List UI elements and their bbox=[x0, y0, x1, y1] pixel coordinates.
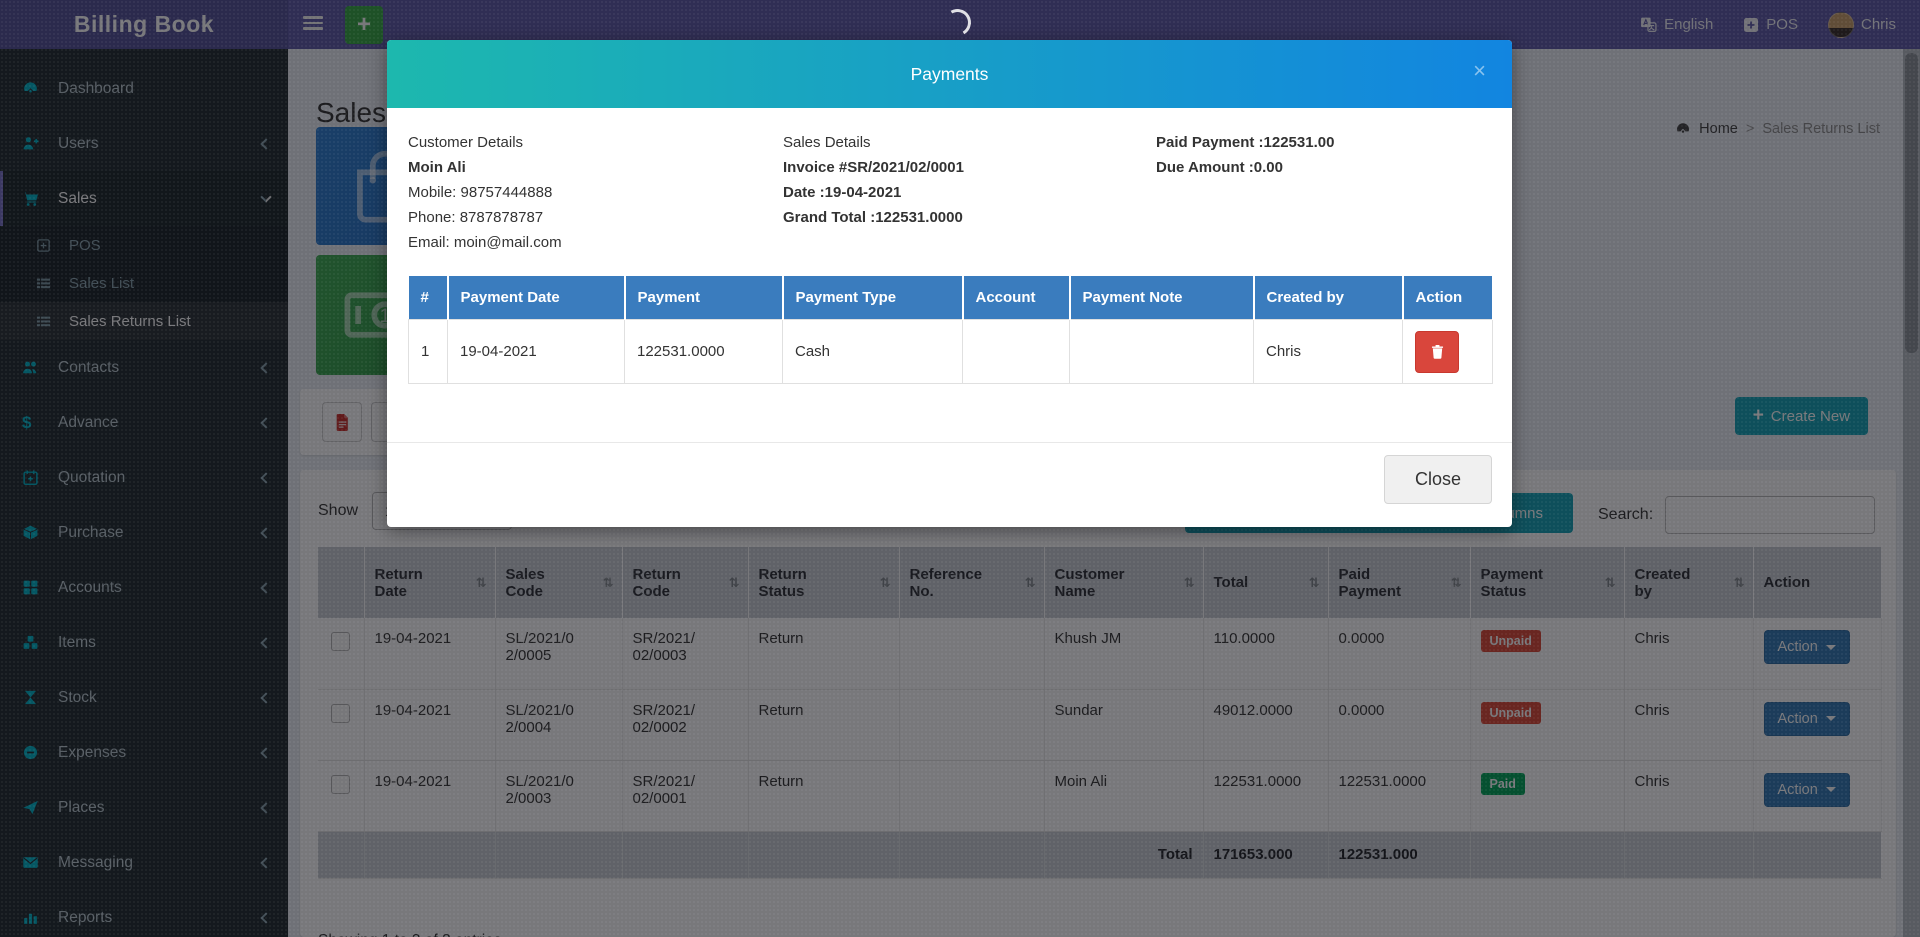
payments-modal: Payments × Customer Details Moin Ali Mob… bbox=[387, 40, 1512, 527]
modal-footer: Close bbox=[387, 442, 1512, 527]
modal-header: Payments × bbox=[387, 40, 1512, 108]
customer-phone: Phone: 8787878787 bbox=[408, 205, 562, 230]
sales-details-heading: Sales Details bbox=[783, 130, 964, 155]
col-action: Action bbox=[1403, 276, 1493, 320]
customer-name: Moin Ali bbox=[408, 155, 562, 180]
col-num: # bbox=[409, 276, 448, 320]
delete-payment-button[interactable] bbox=[1415, 331, 1459, 373]
due-amount: Due Amount :0.00 bbox=[1156, 155, 1334, 180]
app-root: Billing Book + English POS Chris bbox=[0, 0, 1920, 937]
col-payment-date: Payment Date bbox=[448, 276, 625, 320]
col-payment-note: Payment Note bbox=[1070, 276, 1254, 320]
close-button[interactable]: Close bbox=[1384, 455, 1492, 504]
payment-row: 1 19-04-2021 122531.0000 Cash Chris bbox=[409, 320, 1493, 384]
payments-header-row: # Payment Date Payment Payment Type Acco… bbox=[409, 276, 1493, 320]
customer-mobile: Mobile: 98757444888 bbox=[408, 180, 562, 205]
col-payment: Payment bbox=[625, 276, 783, 320]
payment-summary: Paid Payment :122531.00 Due Amount :0.00 bbox=[1156, 130, 1334, 180]
trash-icon bbox=[1430, 344, 1445, 360]
payment-account bbox=[963, 320, 1070, 384]
payment-amount: 122531.0000 bbox=[625, 320, 783, 384]
customer-details-heading: Customer Details bbox=[408, 130, 562, 155]
payments-table: # Payment Date Payment Payment Type Acco… bbox=[408, 276, 1494, 384]
payment-num: 1 bbox=[409, 320, 448, 384]
payment-date: 19-04-2021 bbox=[448, 320, 625, 384]
customer-email: Email: moin@mail.com bbox=[408, 230, 562, 255]
paid-payment: Paid Payment :122531.00 bbox=[1156, 130, 1334, 155]
close-icon[interactable]: × bbox=[1473, 60, 1486, 82]
modal-title: Payments bbox=[911, 64, 989, 85]
sales-details: Sales Details Invoice #SR/2021/02/0001 D… bbox=[783, 130, 964, 230]
invoice-number: Invoice #SR/2021/02/0001 bbox=[783, 155, 964, 180]
payment-type: Cash bbox=[783, 320, 963, 384]
sale-date: Date :19-04-2021 bbox=[783, 180, 964, 205]
payment-created-by: Chris bbox=[1254, 320, 1403, 384]
payment-note bbox=[1070, 320, 1254, 384]
col-created-by: Created by bbox=[1254, 276, 1403, 320]
col-payment-type: Payment Type bbox=[783, 276, 963, 320]
customer-details: Customer Details Moin Ali Mobile: 987574… bbox=[408, 130, 562, 255]
grand-total: Grand Total :122531.0000 bbox=[783, 205, 964, 230]
col-account: Account bbox=[963, 276, 1070, 320]
